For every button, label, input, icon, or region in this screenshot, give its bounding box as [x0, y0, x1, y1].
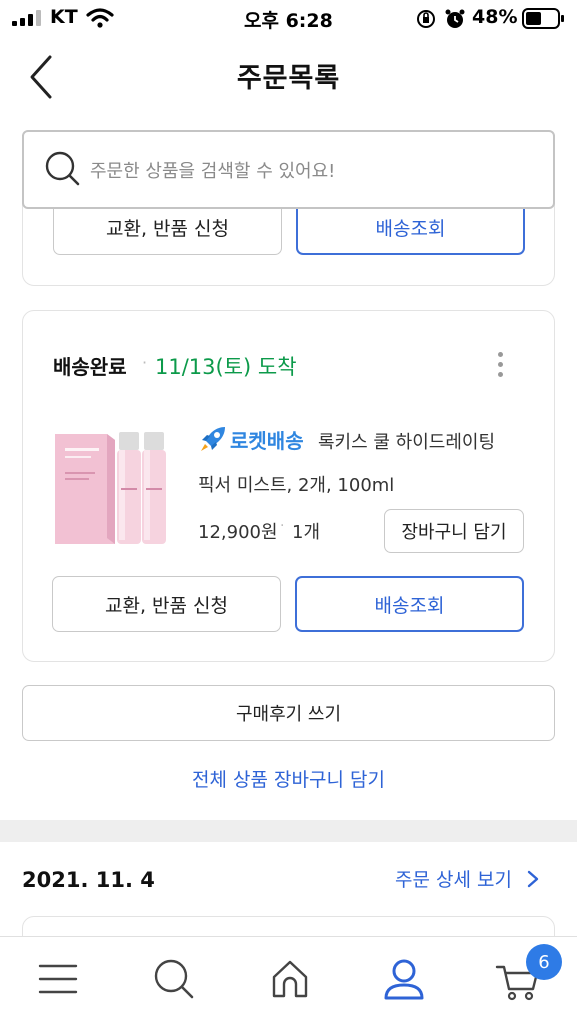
page-title: 주문목록: [236, 63, 341, 94]
add-all-to-cart-link[interactable]: 전체 상품 장바구니 담기: [0, 765, 577, 792]
signal-icon: [12, 10, 41, 26]
delivery-status: 배송완료: [53, 355, 127, 379]
rocket-delivery-label: 로켓배송: [230, 428, 304, 453]
product-name-options[interactable]: 픽서 미스트, 2개, 100ml: [198, 471, 394, 497]
my-page-icon: [384, 959, 424, 1000]
nav-home[interactable]: [266, 955, 314, 1003]
bottom-navigation: [0, 936, 577, 1024]
app-header: 주문목록: [0, 36, 577, 116]
product-image[interactable]: [53, 428, 171, 546]
clock: 오후 6:28: [244, 10, 333, 32]
search-icon: [45, 151, 80, 186]
more-options-icon[interactable]: [488, 348, 512, 384]
battery-percent: 48%: [472, 6, 518, 28]
carrier-label: KT: [50, 6, 78, 28]
nav-search[interactable]: [150, 955, 198, 1003]
separator-dot: ·: [280, 518, 285, 534]
exchange-return-button[interactable]: 교환, 반품 신청: [52, 576, 281, 632]
menu-icon: [38, 964, 78, 994]
cart-count-badge: 6: [526, 944, 562, 980]
product-price: 12,900원: [198, 522, 278, 543]
order-detail-label: 주문 상세 보기: [395, 869, 512, 891]
product-name[interactable]: 록키스 쿨 하이드레이팅: [318, 428, 495, 454]
rotation-lock-icon: [417, 10, 435, 28]
product-quantity: 1개: [292, 522, 321, 543]
tracking-button[interactable]: 배송조회: [295, 576, 524, 632]
nav-my-page[interactable]: [380, 955, 428, 1003]
order-date: 2021. 11. 4: [22, 868, 155, 892]
home-icon: [272, 960, 308, 998]
search-icon: [154, 959, 194, 999]
section-divider: [0, 820, 577, 842]
rocket-delivery-badge: 로켓배송: [198, 424, 304, 454]
arrival-date: 11/13(토) 도착: [155, 355, 297, 379]
order-detail-link[interactable]: 주문 상세 보기: [395, 865, 546, 892]
status-bar: KT 오후 6:28 48%: [0, 0, 577, 36]
wifi-icon: [86, 8, 114, 28]
nav-menu[interactable]: [34, 955, 82, 1003]
battery-icon: [522, 8, 564, 29]
rocket-icon: [201, 427, 225, 451]
separator-dot: ·: [142, 353, 148, 372]
search-bar[interactable]: [22, 130, 555, 209]
alarm-icon: [445, 9, 465, 28]
write-review-button[interactable]: 구매후기 쓰기: [22, 685, 555, 741]
add-to-cart-button[interactable]: 장바구니 담기: [384, 509, 524, 553]
search-input[interactable]: [90, 156, 530, 186]
chevron-right-icon: [527, 870, 539, 887]
